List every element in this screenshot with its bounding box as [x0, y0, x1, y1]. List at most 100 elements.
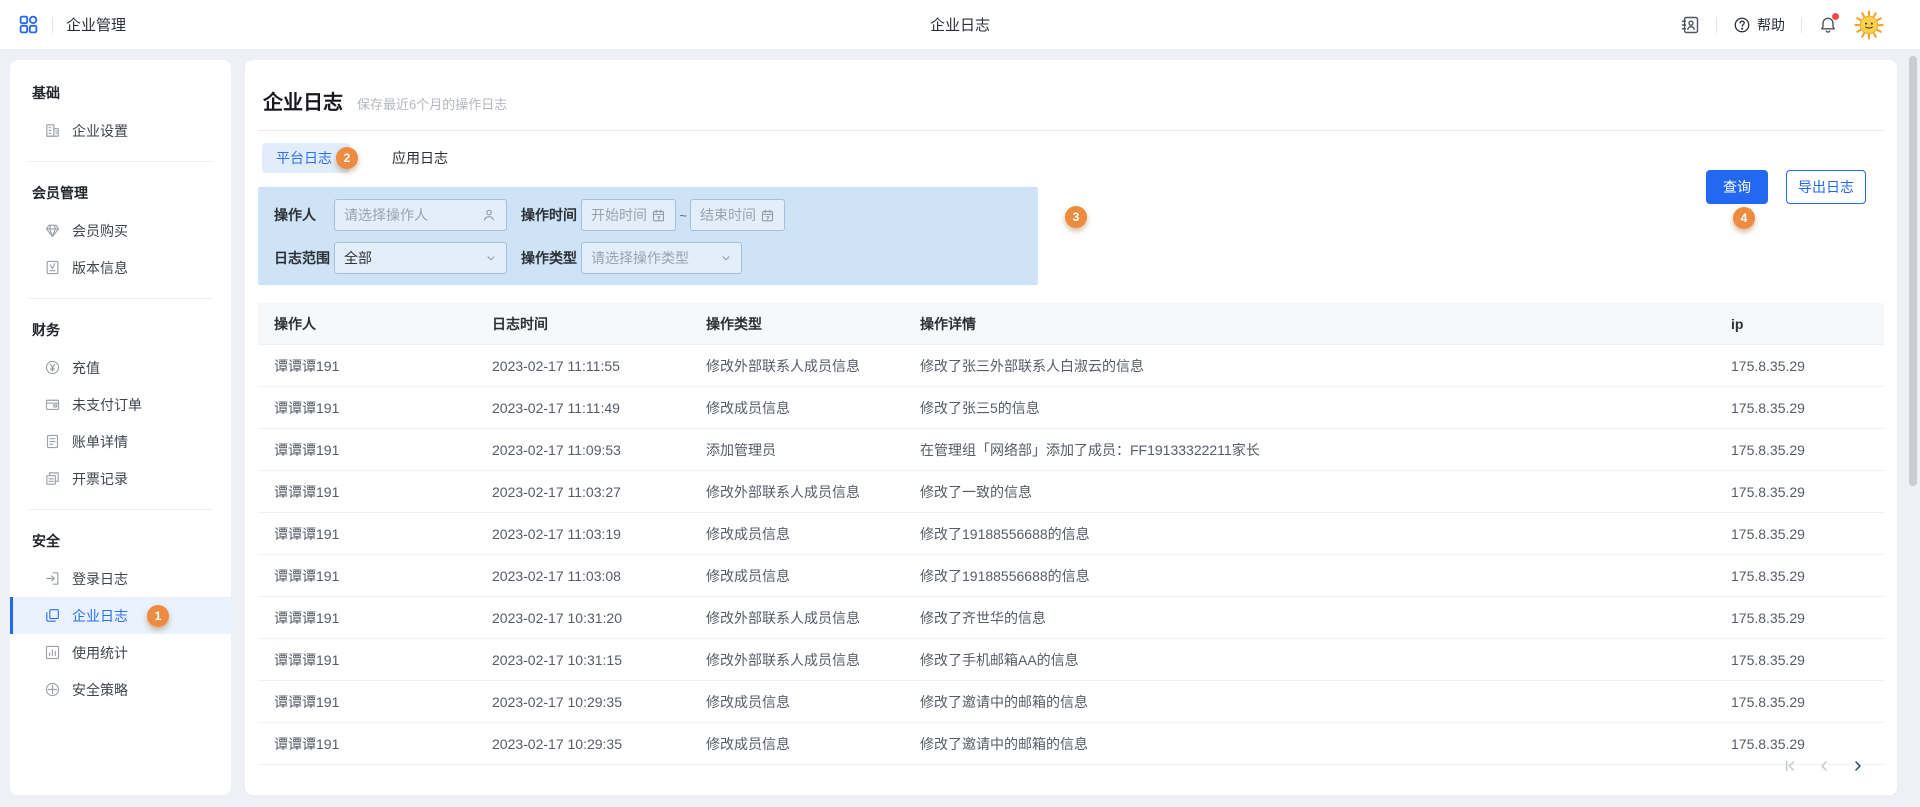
operator-label: 操作人	[274, 205, 334, 225]
table-cell: 谭谭谭191	[258, 692, 476, 712]
scrollbar[interactable]	[1909, 56, 1917, 486]
table-cell: 修改了19188556688的信息	[904, 524, 1715, 544]
wallet-icon	[44, 396, 61, 413]
divider	[1716, 17, 1717, 33]
table-cell: 修改成员信息	[690, 692, 904, 712]
previous-page-button[interactable]	[1813, 755, 1835, 777]
table-cell: 修改外部联系人成员信息	[690, 608, 904, 628]
log-scope-select[interactable]: 全部	[334, 242, 507, 274]
operator-select[interactable]	[334, 199, 507, 231]
table-cell: 175.8.35.29	[1715, 694, 1884, 710]
table-row: 谭谭谭1912023-02-17 11:03:08修改成员信息修改了191885…	[258, 555, 1884, 597]
table-cell: 2023-02-17 11:03:27	[476, 484, 690, 500]
login-icon	[44, 570, 61, 587]
divider	[28, 298, 213, 299]
sidebar-section-title: 财务	[10, 311, 231, 349]
log-scope-value: 全部	[344, 248, 372, 268]
table-cell: 修改外部联系人成员信息	[690, 356, 904, 376]
notifications-button[interactable]	[1818, 15, 1838, 35]
help-label: 帮助	[1757, 15, 1785, 35]
table-row: 谭谭谭1912023-02-17 11:11:49修改成员信息修改了张三5的信息…	[258, 387, 1884, 429]
table-cell: 修改了张三外部联系人白淑云的信息	[904, 356, 1715, 376]
pagination	[1779, 755, 1869, 777]
table-row: 谭谭谭1912023-02-17 10:31:15修改外部联系人成员信息修改了手…	[258, 639, 1884, 681]
column-header: 操作人	[258, 314, 476, 334]
tab-label: 应用日志	[392, 148, 448, 168]
sidebar-item-bill-details[interactable]: 账单详情	[10, 423, 231, 460]
table-cell: 2023-02-17 10:29:35	[476, 694, 690, 710]
sidebar-item-label: 充值	[72, 358, 100, 378]
table-cell: 175.8.35.29	[1715, 358, 1884, 374]
table-row: 谭谭谭1912023-02-17 10:29:35修改成员信息修改了邀请中的邮箱…	[258, 681, 1884, 723]
divider	[1801, 17, 1802, 33]
sidebar-item-recharge[interactable]: 充值	[10, 349, 231, 386]
end-time-input[interactable]	[700, 207, 760, 223]
sidebar-item-version-info[interactable]: 版本信息	[10, 249, 231, 286]
header-page-title: 企业日志	[930, 14, 990, 35]
step-badge-1: 1	[147, 605, 169, 627]
table-cell: 谭谭谭191	[258, 524, 476, 544]
operation-type-placeholder: 请选择操作类型	[591, 248, 689, 268]
sidebar-item-login-logs[interactable]: 登录日志	[10, 560, 231, 597]
contact-book-icon[interactable]	[1680, 15, 1700, 35]
table-cell: 谭谭谭191	[258, 734, 476, 754]
table-cell: 175.8.35.29	[1715, 526, 1884, 542]
table-cell: 175.8.35.29	[1715, 442, 1884, 458]
operation-type-select[interactable]: 请选择操作类型	[581, 242, 742, 274]
sidebar-item-label: 安全策略	[72, 680, 128, 700]
sidebar-section-title: 基础	[10, 74, 231, 112]
table-cell: 175.8.35.29	[1715, 568, 1884, 584]
table-cell: 修改外部联系人成员信息	[690, 650, 904, 670]
first-page-button[interactable]	[1779, 755, 1801, 777]
end-time-picker[interactable]	[690, 199, 785, 231]
sidebar-item-member-purchase[interactable]: 会员购买	[10, 212, 231, 249]
start-time-input[interactable]	[591, 207, 651, 223]
building-icon	[44, 122, 61, 139]
query-button[interactable]: 查询	[1706, 170, 1768, 204]
sidebar-item-label: 未支付订单	[72, 395, 142, 415]
sidebar-item-usage-stats[interactable]: 使用统计	[10, 634, 231, 671]
next-page-button[interactable]	[1847, 755, 1869, 777]
sidebar-item-invoice-records[interactable]: 开票记录	[10, 460, 231, 497]
operator-input[interactable]	[344, 207, 481, 223]
sidebar-item-unpaid-orders[interactable]: 未支付订单	[10, 386, 231, 423]
page-subtitle: 保存最近6个月的操作日志	[357, 94, 507, 113]
sidebar-item-security-policy[interactable]: 安全策略	[10, 671, 231, 708]
table-cell: 谭谭谭191	[258, 650, 476, 670]
start-time-picker[interactable]	[581, 199, 676, 231]
table-cell: 修改了一致的信息	[904, 482, 1715, 502]
help-icon	[1733, 16, 1751, 34]
sidebar-item-enterprise-settings[interactable]: 企业设置	[10, 112, 231, 149]
tab-platform-log[interactable]: 平台日志2	[262, 143, 350, 173]
table-cell: 175.8.35.29	[1715, 652, 1884, 668]
tab-app-log[interactable]: 应用日志	[378, 143, 462, 173]
topbar-left: 企业管理	[18, 14, 126, 35]
table-row: 谭谭谭1912023-02-17 10:31:20修改外部联系人成员信息修改了齐…	[258, 597, 1884, 639]
divider	[28, 509, 213, 510]
filter-row-1: 操作人 操作时间	[274, 199, 1038, 231]
invoice-icon	[44, 470, 61, 487]
table-cell: 175.8.35.29	[1715, 610, 1884, 626]
log-scope-label: 日志范围	[274, 248, 334, 268]
table-cell: 谭谭谭191	[258, 608, 476, 628]
table-cell: 修改外部联系人成员信息	[690, 482, 904, 502]
topbar: 企业管理 企业日志 帮助	[0, 0, 1920, 49]
column-header: 操作详情	[904, 314, 1715, 334]
avatar[interactable]	[1854, 10, 1884, 40]
help-button[interactable]: 帮助	[1733, 15, 1785, 35]
divider	[28, 161, 213, 162]
page-title: 企业日志	[263, 86, 343, 115]
export-logs-button[interactable]: 导出日志	[1786, 170, 1866, 204]
table-cell: 添加管理员	[690, 440, 904, 460]
log-table: 操作人日志时间操作类型操作详情ip谭谭谭1912023-02-17 11:11:…	[258, 303, 1884, 765]
sidebar-section-title: 安全	[10, 522, 231, 560]
table-row: 谭谭谭1912023-02-17 10:29:35修改成员信息修改了邀请中的邮箱…	[258, 723, 1884, 765]
table-cell: 2023-02-17 11:11:55	[476, 358, 690, 374]
sidebar-item-enterprise-logs[interactable]: 企业日志1	[10, 597, 231, 634]
step-badge-2: 2	[336, 147, 358, 169]
filter-panel: 操作人 操作时间	[258, 187, 1038, 285]
apps-grid-icon[interactable]	[18, 14, 39, 35]
tab-label: 平台日志	[276, 148, 332, 168]
table-cell: 2023-02-17 10:31:20	[476, 610, 690, 626]
table-cell: 修改了手机邮箱AA的信息	[904, 650, 1715, 670]
